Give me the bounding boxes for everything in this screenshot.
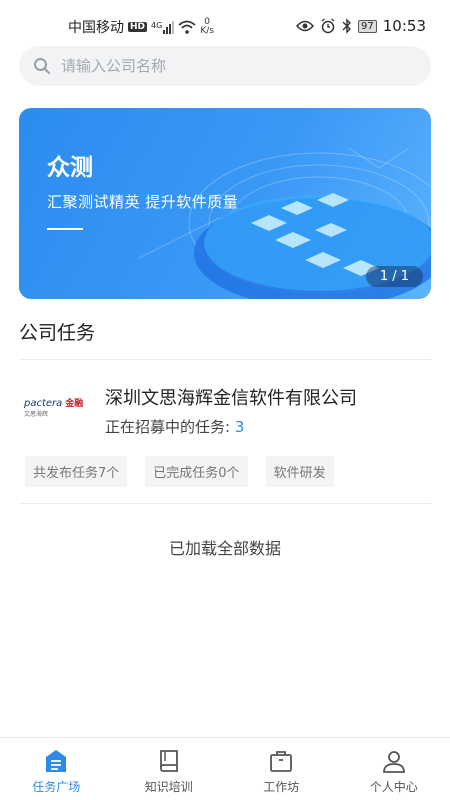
status-bar: 中国移动 HD 4G 0 K/s 97 10:53	[0, 0, 450, 48]
network-speed: 0 K/s	[200, 18, 214, 36]
logo-suffix: 金融	[65, 399, 84, 409]
company-name: 深圳文思海辉金信软件有限公司	[105, 388, 357, 409]
search-input[interactable]	[61, 57, 401, 75]
book-icon	[159, 750, 178, 772]
tab-workshop[interactable]: 工作坊	[225, 738, 338, 800]
tab-label: 工作坊	[263, 780, 300, 794]
recruiting-label: 正在招募中的任务:	[105, 418, 231, 436]
battery-icon: 97	[358, 19, 377, 33]
banner-title: 众测	[47, 155, 93, 181]
task-square-icon	[46, 750, 67, 772]
network-type-label: 4G	[151, 20, 163, 30]
carrier-label: 中国移动	[68, 20, 124, 36]
recruiting-info: 正在招募中的任务: 3	[105, 416, 244, 437]
signal-icon: 4G	[151, 20, 175, 34]
alarm-icon	[321, 18, 335, 34]
status-left: 中国移动 HD 4G 0 K/s	[68, 17, 214, 37]
tab-label: 个人中心	[369, 780, 418, 794]
company-logo: pactera 金融 文思海辉	[24, 396, 84, 420]
status-right: 97 10:53	[296, 17, 426, 35]
bottom-tab-bar: 任务广场 知识培训 工作坊 个人中心	[0, 737, 450, 800]
wifi-icon	[178, 20, 196, 34]
briefcase-icon	[270, 751, 293, 772]
tab-label: 知识培训	[144, 780, 193, 794]
tag-category: 软件研发	[265, 456, 334, 487]
tab-knowledge-training[interactable]: 知识培训	[113, 738, 226, 800]
section-title: 公司任务	[19, 322, 96, 344]
company-card[interactable]: pactera 金融 文思海辉 深圳文思海辉金信软件有限公司 正在招募中的任务:…	[0, 360, 450, 503]
tag-published: 共发布任务7个	[25, 456, 128, 487]
clock: 10:53	[382, 17, 426, 35]
person-icon	[382, 751, 405, 773]
logo-text: pactera	[24, 398, 63, 409]
search-bar[interactable]	[19, 46, 431, 86]
eye-icon	[296, 20, 315, 32]
bluetooth-icon	[342, 18, 352, 34]
list-end-message: 已加载全部数据	[168, 539, 281, 558]
banner-subtitle: 汇聚测试精英 提升软件质量	[47, 193, 239, 211]
recruiting-count: 3	[234, 418, 245, 436]
card-divider	[19, 503, 431, 504]
logo-subtext: 文思海辉	[24, 411, 49, 418]
carousel-pager: 1 / 1	[365, 266, 423, 287]
tab-task-square[interactable]: 任务广场	[0, 738, 113, 800]
search-icon	[34, 58, 50, 74]
company-tags: 共发布任务7个 已完成任务0个 软件研发	[25, 456, 334, 487]
tab-label: 任务广场	[32, 780, 81, 794]
banner-carousel[interactable]: 众测 汇聚测试精英 提升软件质量 1 / 1	[19, 108, 431, 299]
hd-icon: HD	[128, 22, 148, 32]
tag-completed: 已完成任务0个	[145, 456, 248, 487]
tab-personal-center[interactable]: 个人中心	[338, 738, 450, 800]
speed-unit: K/s	[200, 26, 214, 36]
banner-divider	[47, 228, 83, 230]
